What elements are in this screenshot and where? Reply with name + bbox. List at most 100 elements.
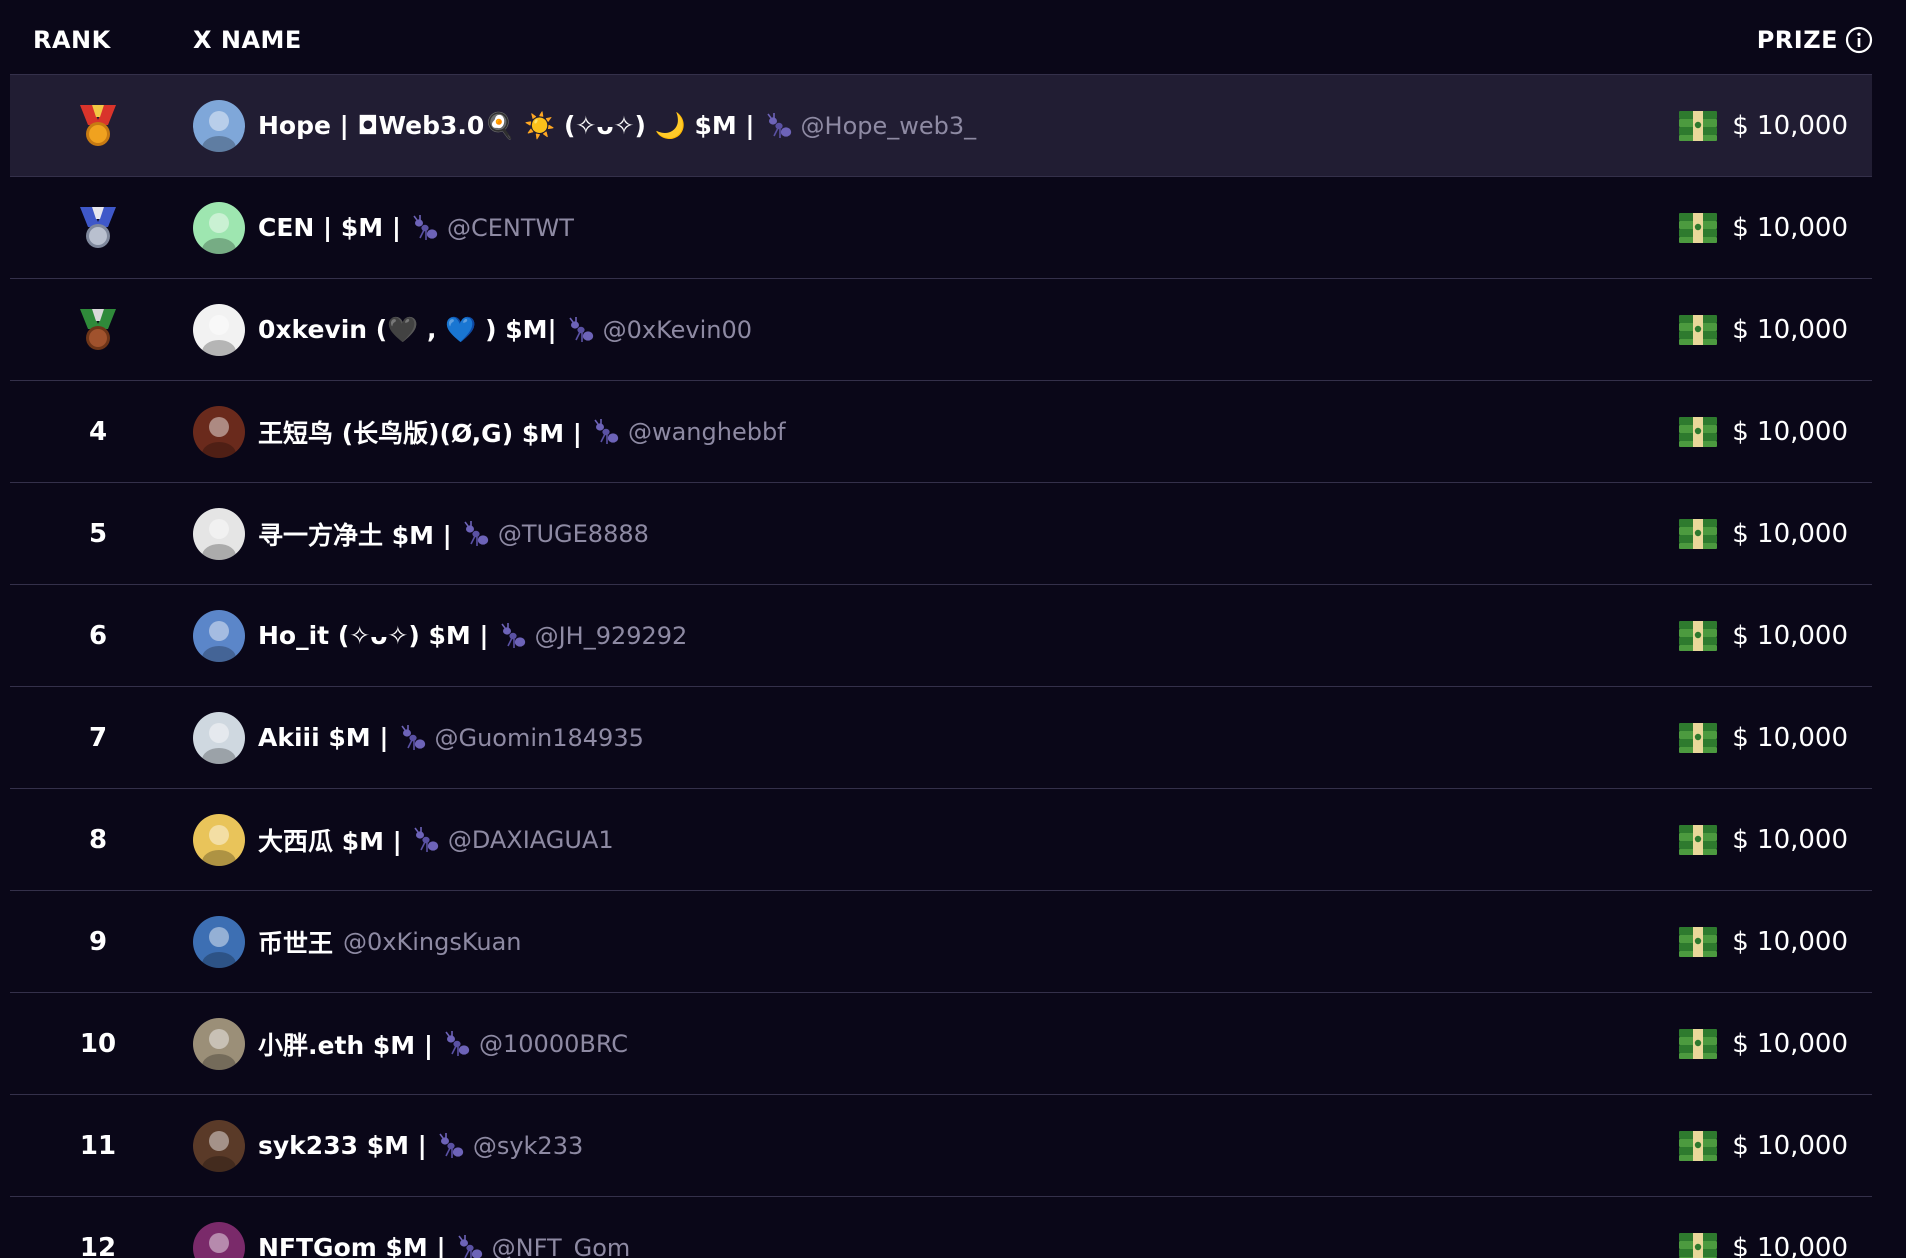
table-header: RANK X NAME PRIZE	[0, 0, 1906, 74]
rank-cell: 10	[79, 1028, 117, 1059]
prize-amount: $ 10,000	[1732, 416, 1848, 447]
rank-cell	[58, 177, 138, 278]
display-name[interactable]: 0xkevin (🖤 , 💙 ) $M|	[258, 315, 557, 345]
prize-cell: $ 10,000	[1678, 75, 1848, 176]
avatar[interactable]	[193, 202, 245, 254]
table-row[interactable]: 10 小胖.eth $M | @10000BRC $ 10,000	[10, 993, 1872, 1095]
table-row[interactable]: 4 王短鸟 (长鸟版)(Ø,G) $M | @wanghebbf $ 10,00…	[10, 381, 1872, 483]
avatar[interactable]	[193, 1018, 245, 1070]
avatar[interactable]	[193, 610, 245, 662]
prize-cell: $ 10,000	[1678, 1095, 1848, 1196]
rank-cell: 9	[88, 926, 108, 957]
table-row[interactable]: 5 寻一方净土 $M | @TUGE8888 $ 10,000	[10, 483, 1872, 585]
avatar[interactable]	[193, 712, 245, 764]
display-name[interactable]: 王短鸟 (长鸟版)(Ø,G) $M |	[258, 414, 582, 450]
user-handle[interactable]: @JH_929292	[535, 622, 688, 650]
money-stack-icon	[1678, 517, 1718, 551]
prize-amount: $ 10,000	[1732, 314, 1848, 345]
user-handle[interactable]: @DAXIAGUA1	[448, 826, 614, 854]
user-name-line: 0xkevin (🖤 , 💙 ) $M| @0xKevin00	[258, 279, 752, 380]
table-row[interactable]: 6 Ho_it (✧ᴗ✧) $M | @JH_929292 $ 10,000	[10, 585, 1872, 687]
money-stack-icon	[1678, 823, 1718, 857]
prize-cell: $ 10,000	[1678, 687, 1848, 788]
user-name-line: syk233 $M | @syk233	[258, 1095, 583, 1196]
rank-cell: 4	[88, 416, 108, 447]
avatar[interactable]	[193, 1120, 245, 1172]
user-handle[interactable]: @0xKevin00	[603, 316, 752, 344]
user-name-line: 大西瓜 $M | @DAXIAGUA1	[258, 789, 614, 890]
prize-cell: $ 10,000	[1678, 789, 1848, 890]
prize-cell: $ 10,000	[1678, 993, 1848, 1094]
ant-icon	[411, 214, 439, 242]
rank-cell	[58, 279, 138, 380]
user-handle[interactable]: @10000BRC	[479, 1030, 628, 1058]
money-stack-icon	[1678, 313, 1718, 347]
rank-cell: 12	[79, 1232, 117, 1258]
avatar[interactable]	[193, 304, 245, 356]
user-name-line: Hope | ◘Web3.0🍳 ☀️ (✧ᴗ✧) 🌙 $M | @Hope_we…	[258, 75, 976, 176]
user-handle[interactable]: @syk233	[473, 1132, 583, 1160]
display-name[interactable]: 寻一方净土 $M |	[258, 516, 452, 552]
avatar[interactable]	[193, 916, 245, 968]
user-handle[interactable]: @Hope_web3_	[801, 112, 977, 140]
ant-icon	[437, 1132, 465, 1160]
avatar[interactable]	[193, 814, 245, 866]
display-name[interactable]: NFTGom $M |	[258, 1233, 446, 1258]
bronze-medal-icon	[76, 307, 120, 353]
display-name[interactable]: CEN | $M |	[258, 213, 401, 242]
info-circle-icon[interactable]	[1845, 26, 1873, 54]
user-name-line: NFTGom $M | @NFT_Gom	[258, 1197, 630, 1258]
prize-cell: $ 10,000	[1678, 483, 1848, 584]
ant-icon	[499, 622, 527, 650]
user-handle[interactable]: @NFT_Gom	[492, 1234, 631, 1258]
user-handle[interactable]: @wanghebbf	[628, 418, 786, 446]
ant-icon	[462, 520, 490, 548]
display-name[interactable]: 小胖.eth $M |	[258, 1026, 433, 1062]
avatar[interactable]	[193, 508, 245, 560]
prize-cell: $ 10,000	[1678, 1197, 1848, 1258]
user-handle[interactable]: @CENTWT	[447, 214, 574, 242]
prize-amount: $ 10,000	[1732, 824, 1848, 855]
ant-icon	[567, 316, 595, 344]
table-row[interactable]: CEN | $M | @CENTWT $ 10,000	[10, 177, 1872, 279]
rank-cell: 11	[79, 1130, 117, 1161]
table-row[interactable]: 11 syk233 $M | @syk233 $ 10,000	[10, 1095, 1872, 1197]
display-name[interactable]: 大西瓜 $M |	[258, 822, 402, 858]
avatar[interactable]	[193, 406, 245, 458]
table-row[interactable]: 0xkevin (🖤 , 💙 ) $M| @0xKevin00 $ 10,000	[10, 279, 1872, 381]
money-stack-icon	[1678, 925, 1718, 959]
avatar[interactable]	[193, 100, 245, 152]
prize-cell: $ 10,000	[1678, 891, 1848, 992]
user-handle[interactable]: @Guomin184935	[435, 724, 644, 752]
user-handle[interactable]: @TUGE8888	[498, 520, 649, 548]
user-name-line: 币世王 @0xKingsKuan	[258, 891, 522, 992]
gold-medal-icon	[76, 103, 120, 149]
avatar[interactable]	[193, 1222, 245, 1258]
prize-amount: $ 10,000	[1732, 620, 1848, 651]
rank-cell: 6	[88, 620, 108, 651]
user-name-line: CEN | $M | @CENTWT	[258, 177, 574, 278]
display-name[interactable]: Ho_it (✧ᴗ✧) $M |	[258, 621, 489, 650]
prize-amount: $ 10,000	[1732, 110, 1848, 141]
rank-cell: 5	[88, 518, 108, 549]
prize-amount: $ 10,000	[1732, 1232, 1848, 1258]
table-row[interactable]: 8 大西瓜 $M | @DAXIAGUA1 $ 10,000	[10, 789, 1872, 891]
user-handle[interactable]: @0xKingsKuan	[343, 928, 522, 956]
display-name[interactable]: Akiii $M |	[258, 723, 389, 752]
table-row[interactable]: Hope | ◘Web3.0🍳 ☀️ (✧ᴗ✧) 🌙 $M | @Hope_we…	[10, 74, 1872, 177]
user-name-line: Ho_it (✧ᴗ✧) $M | @JH_929292	[258, 585, 687, 686]
prize-amount: $ 10,000	[1732, 722, 1848, 753]
display-name[interactable]: Hope | ◘Web3.0🍳 ☀️ (✧ᴗ✧) 🌙 $M |	[258, 111, 755, 141]
rank-column-header: RANK	[33, 26, 111, 54]
table-row[interactable]: 9 币世王 @0xKingsKuan $ 10,000	[10, 891, 1872, 993]
rank-cell: 8	[88, 824, 108, 855]
display-name[interactable]: syk233 $M |	[258, 1131, 427, 1160]
display-name[interactable]: 币世王	[258, 924, 333, 960]
prize-amount: $ 10,000	[1732, 1028, 1848, 1059]
prize-cell: $ 10,000	[1678, 279, 1848, 380]
money-stack-icon	[1678, 721, 1718, 755]
ant-icon	[399, 724, 427, 752]
money-stack-icon	[1678, 109, 1718, 143]
table-row[interactable]: 7 Akiii $M | @Guomin184935 $ 10,000	[10, 687, 1872, 789]
table-row[interactable]: 12 NFTGom $M | @NFT_Gom $ 10,000	[10, 1197, 1872, 1258]
